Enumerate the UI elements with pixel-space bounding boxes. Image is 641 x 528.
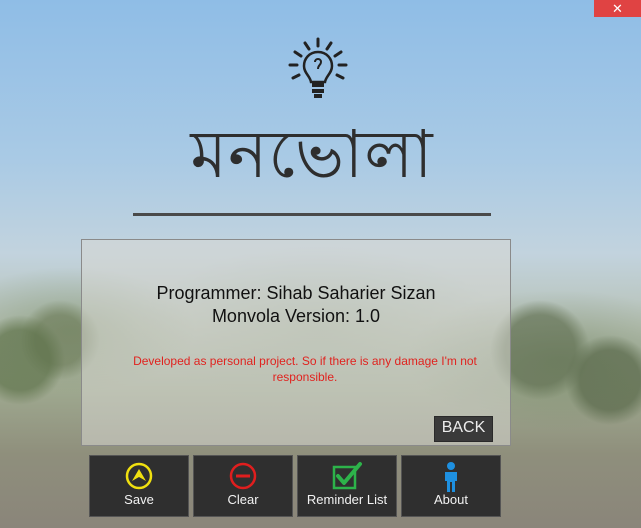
- clear-button[interactable]: Clear: [193, 455, 293, 517]
- back-button[interactable]: BACK: [434, 416, 493, 442]
- clear-label: Clear: [227, 492, 259, 507]
- app-title: মনভোলা: [190, 116, 434, 193]
- save-button[interactable]: Save: [89, 455, 189, 517]
- about-button[interactable]: About: [401, 455, 501, 517]
- reminder-list-button[interactable]: Reminder List: [297, 455, 397, 517]
- about-label: About: [434, 492, 468, 507]
- version-text: Monvola Version: 1.0: [211, 306, 381, 326]
- person-icon: [445, 462, 457, 492]
- about-panel: Programmer: Sihab Saharier Sizan Monvola…: [81, 239, 511, 446]
- programmer-text: Programmer: Sihab Saharier Sizan: [156, 283, 436, 303]
- clear-icon: [229, 462, 257, 490]
- checklist-icon: [332, 462, 362, 490]
- title-divider: [133, 213, 491, 216]
- save-label: Save: [124, 492, 154, 507]
- reminder-list-label: Reminder List: [306, 492, 388, 507]
- save-icon: [125, 462, 153, 490]
- lightbulb-logo-icon: [288, 37, 348, 98]
- disclaimer-text: Developed as personal project. So if the…: [133, 354, 477, 384]
- close-button[interactable]: ✕: [594, 0, 641, 17]
